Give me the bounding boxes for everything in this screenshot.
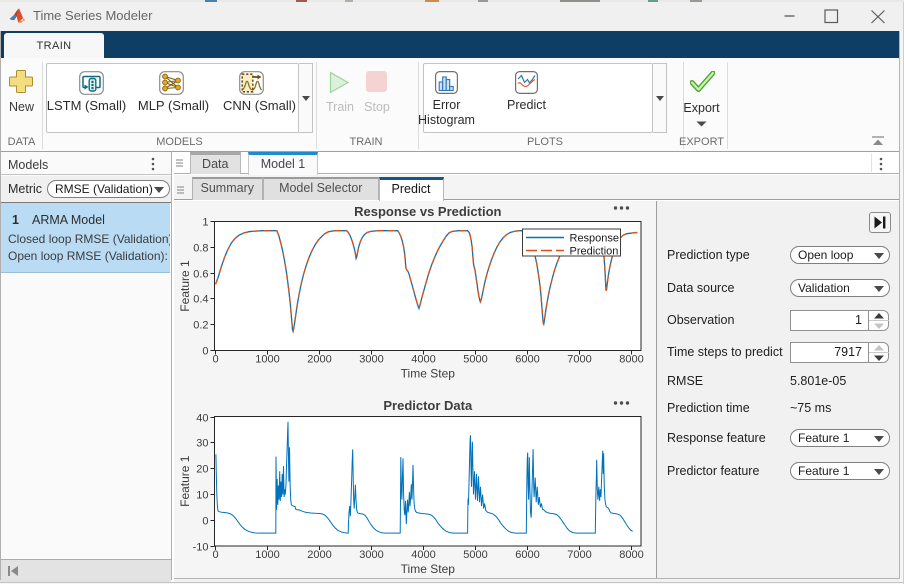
svg-text:20: 20 — [196, 464, 208, 476]
svg-text:Predictor Data: Predictor Data — [383, 398, 473, 413]
svg-text:8000: 8000 — [619, 549, 643, 561]
svg-text:40: 40 — [196, 413, 208, 425]
svg-text:30: 30 — [196, 438, 208, 450]
svg-text:4000: 4000 — [411, 354, 435, 366]
svg-text:2000: 2000 — [307, 354, 331, 366]
svg-text:0.8: 0.8 — [193, 243, 208, 255]
svg-text:0.2: 0.2 — [193, 320, 208, 332]
svg-text:Prediction: Prediction — [570, 246, 619, 258]
svg-text:0: 0 — [202, 346, 208, 358]
svg-text:2000: 2000 — [307, 549, 331, 561]
svg-text:5000: 5000 — [463, 354, 487, 366]
svg-text:0: 0 — [212, 549, 218, 561]
svg-text:3000: 3000 — [359, 354, 383, 366]
svg-text:10: 10 — [196, 490, 208, 502]
svg-text:0.4: 0.4 — [193, 294, 208, 306]
svg-text:1000: 1000 — [255, 354, 279, 366]
svg-text:0: 0 — [212, 354, 218, 366]
svg-text:6000: 6000 — [515, 354, 539, 366]
svg-text:7000: 7000 — [567, 354, 591, 366]
svg-text:0.6: 0.6 — [193, 269, 208, 281]
svg-text:Response: Response — [570, 233, 620, 245]
svg-text:8000: 8000 — [619, 354, 643, 366]
svg-text:-10: -10 — [193, 542, 209, 554]
svg-text:Response vs Prediction: Response vs Prediction — [354, 204, 501, 219]
svg-text:4000: 4000 — [411, 549, 435, 561]
svg-text:6000: 6000 — [515, 549, 539, 561]
svg-text:7000: 7000 — [567, 549, 591, 561]
svg-text:5000: 5000 — [463, 549, 487, 561]
svg-text:Feature 1: Feature 1 — [178, 260, 192, 312]
svg-text:Time Step: Time Step — [401, 367, 456, 381]
svg-text:1000: 1000 — [255, 549, 279, 561]
svg-text:3000: 3000 — [359, 549, 383, 561]
svg-text:Time Step: Time Step — [401, 562, 456, 576]
svg-text:0: 0 — [202, 516, 208, 528]
svg-text:Feature 1: Feature 1 — [178, 455, 192, 507]
svg-text:1: 1 — [202, 217, 208, 229]
